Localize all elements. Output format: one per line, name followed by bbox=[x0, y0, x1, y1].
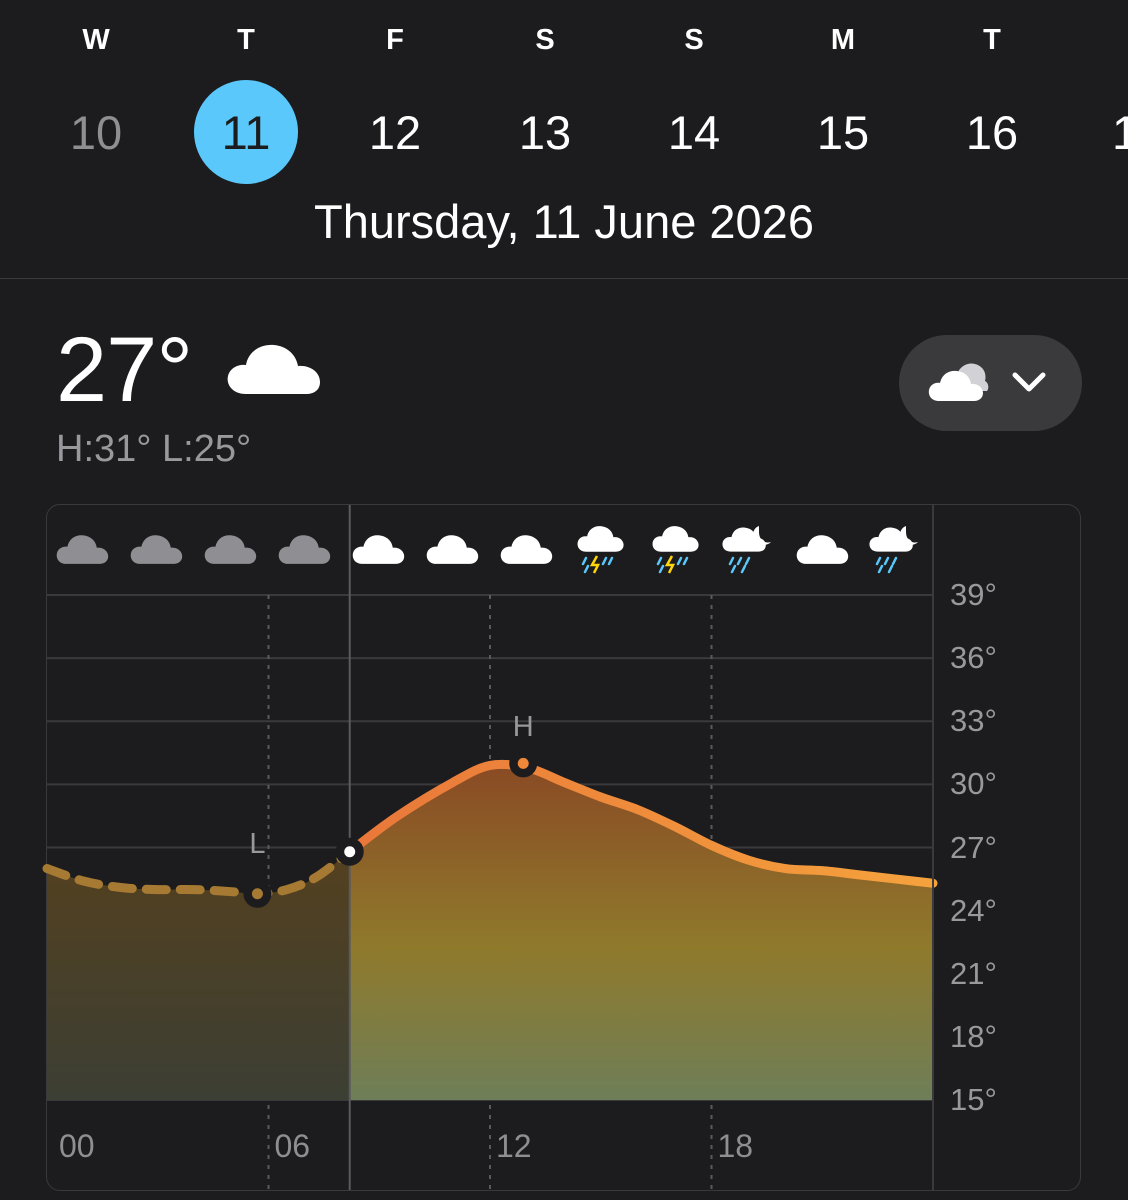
moon-cloud-rain-icon bbox=[866, 522, 926, 574]
cloud-icon bbox=[53, 522, 113, 574]
y-axis-tick-label: 27° bbox=[950, 829, 997, 865]
low-marker bbox=[251, 888, 263, 900]
y-axis-tick-label: 15° bbox=[950, 1082, 997, 1117]
y-axis-tick-label: 36° bbox=[950, 640, 997, 676]
x-axis-tick-label: 00 bbox=[59, 1128, 95, 1164]
y-axis-tick-label: 39° bbox=[950, 577, 997, 612]
cloud-icon bbox=[127, 522, 187, 574]
moon-cloud-rain-icon bbox=[719, 522, 779, 574]
cloud-icon bbox=[349, 522, 409, 574]
y-axis-tick-label: 33° bbox=[950, 703, 997, 739]
y-axis-tick-label: 30° bbox=[950, 766, 997, 802]
thunderstorm-rain-icon bbox=[570, 522, 630, 574]
cloud-icon bbox=[423, 522, 483, 574]
cloud-icon bbox=[275, 522, 335, 574]
now-marker bbox=[344, 846, 356, 858]
y-axis-tick-label: 24° bbox=[950, 892, 997, 928]
x-axis-tick-label: 12 bbox=[496, 1128, 532, 1164]
x-axis-tick-label: 06 bbox=[274, 1128, 311, 1164]
high-marker bbox=[517, 757, 529, 769]
cloud-icon bbox=[793, 522, 853, 574]
cloud-icon bbox=[497, 522, 557, 574]
x-axis-tick-label: 18 bbox=[717, 1128, 754, 1164]
low-label: L bbox=[249, 827, 266, 860]
past-temperature-line bbox=[42, 847, 355, 899]
high-label: H bbox=[512, 711, 534, 744]
y-axis-tick-label: 18° bbox=[950, 1018, 997, 1054]
weather-app: W T F S S M T 10 11 12 13 14 15 16 1 Thursday, 11 June… bbox=[0, 0, 1128, 1200]
cloud-icon bbox=[201, 522, 261, 574]
y-axis-tick-label: 21° bbox=[950, 955, 997, 991]
thunderstorm-rain-icon bbox=[645, 522, 705, 574]
